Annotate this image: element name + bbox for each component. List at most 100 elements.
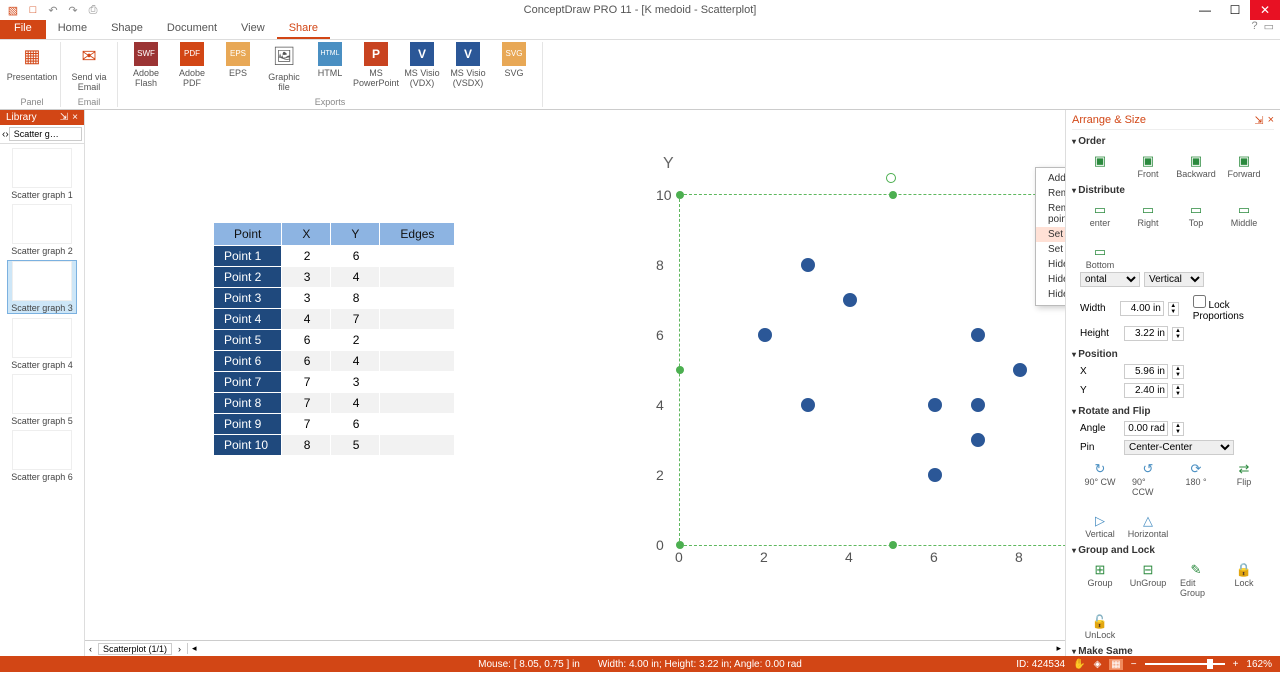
grid-icon[interactable]: ▦ (1109, 659, 1122, 670)
export-pdf-button[interactable]: PDFAdobe PDF (170, 42, 214, 92)
close-panel-icon[interactable]: × (1268, 114, 1274, 127)
library-thumb[interactable]: Scatter graph 6 (7, 430, 77, 482)
scatter-point[interactable] (843, 293, 857, 307)
table-row[interactable]: Point 562 (214, 330, 455, 351)
presentation-button[interactable]: ▦ Presentation (10, 42, 54, 82)
data-table[interactable]: PointXYEdges Point 126Point 234Point 338… (213, 222, 455, 456)
scatter-point[interactable] (971, 328, 985, 342)
library-thumb[interactable]: Scatter graph 3 (7, 260, 77, 314)
scroll-right-icon[interactable]: ▸ (1056, 643, 1061, 654)
canvas[interactable]: PointXYEdges Point 126Point 234Point 338… (85, 110, 1065, 640)
hand-tool-icon[interactable]: ✋ (1073, 659, 1085, 670)
scatter-point[interactable] (928, 398, 942, 412)
order-front2-button[interactable]: ▣Front (1132, 153, 1164, 179)
scatter-chart[interactable]: Y X 02468100246810 (575, 155, 1065, 575)
table-row[interactable]: Point 234 (214, 267, 455, 288)
dist-center-button[interactable]: ▭enter (1084, 202, 1116, 228)
dist-h-select[interactable]: ontal (1080, 272, 1140, 287)
page-prev-icon[interactable]: ‹ (89, 644, 92, 654)
section-rotate[interactable]: Rotate and Flip (1072, 404, 1274, 419)
dist-bottom-button[interactable]: ▭Bottom (1084, 244, 1116, 270)
plot-area[interactable]: 02468100246810 (680, 195, 1065, 545)
scatter-point[interactable] (971, 398, 985, 412)
flip-h-button[interactable]: △Horizontal (1132, 513, 1164, 539)
qat-print-icon[interactable]: ⎙ (86, 3, 100, 17)
export-svg-button[interactable]: SVGSVG (492, 42, 536, 92)
section-position[interactable]: Position (1072, 347, 1274, 362)
context-menu-item[interactable]: Set Max Value of the X Axis (1036, 242, 1065, 257)
tab-view[interactable]: View (229, 20, 277, 39)
export-graphic-button[interactable]: 🖼Graphic file (262, 42, 306, 92)
export-visio-vsdx-button[interactable]: VMS Visio (VSDX) (446, 42, 490, 92)
rotate-180-button[interactable]: ⟳180 ° (1180, 461, 1212, 497)
section-group[interactable]: Group and Lock (1072, 543, 1274, 558)
table-row[interactable]: Point 664 (214, 351, 455, 372)
resize-handle[interactable] (676, 366, 684, 374)
scatter-point[interactable] (801, 398, 815, 412)
ribbon-collapse-icon[interactable]: ▭ (1264, 20, 1274, 39)
x-spinner[interactable]: ▲▼ (1172, 365, 1184, 379)
export-html-button[interactable]: HTMLHTML (308, 42, 352, 92)
close-button[interactable]: ✕ (1250, 0, 1280, 20)
send-email-button[interactable]: ✉ Send via Email (67, 42, 111, 92)
minimize-button[interactable]: — (1190, 0, 1220, 20)
table-row[interactable]: Point 1085 (214, 435, 455, 456)
table-row[interactable]: Point 976 (214, 414, 455, 435)
section-distribute[interactable]: Distribute (1072, 183, 1274, 198)
section-makesame[interactable]: Make Same (1072, 644, 1274, 656)
pos-x-input[interactable] (1124, 364, 1168, 379)
library-selector[interactable]: Scatter g… (9, 127, 82, 141)
pin-icon[interactable]: ⇲ (1254, 114, 1263, 127)
pin-select[interactable]: Center-Center (1124, 440, 1234, 455)
lock-proportions-checkbox[interactable] (1193, 295, 1206, 308)
scatter-point[interactable] (758, 328, 772, 342)
scatter-point[interactable] (971, 433, 985, 447)
context-menu-item[interactable]: Remove checked rows with points (1036, 201, 1065, 227)
tab-shape[interactable]: Shape (99, 20, 155, 39)
context-menu-item[interactable]: Hide Values of Y Axis (1036, 272, 1065, 287)
pin-icon[interactable]: ⇲ (60, 112, 68, 123)
library-thumb[interactable]: Scatter graph 4 (7, 318, 77, 370)
maximize-button[interactable]: ☐ (1220, 0, 1250, 20)
ungroup-button[interactable]: ⊟UnGroup (1132, 562, 1164, 598)
table-row[interactable]: Point 338 (214, 288, 455, 309)
table-row[interactable]: Point 874 (214, 393, 455, 414)
page-next-icon[interactable]: › (178, 644, 181, 654)
dist-top-button[interactable]: ▭Top (1180, 202, 1212, 228)
tab-share[interactable]: Share (277, 20, 330, 39)
zoom-slider[interactable] (1145, 663, 1225, 665)
qat-undo-icon[interactable]: ↶ (46, 3, 60, 17)
export-flash-button[interactable]: SWFAdobe Flash (124, 42, 168, 92)
library-thumb[interactable]: Scatter graph 1 (7, 148, 77, 200)
resize-handle[interactable] (889, 191, 897, 199)
order-front-button[interactable]: ▣ (1084, 153, 1116, 179)
context-menu-item[interactable]: Hide table (1036, 257, 1065, 272)
group-button[interactable]: ⊞Group (1084, 562, 1116, 598)
y-spinner[interactable]: ▲▼ (1172, 384, 1184, 398)
angle-spinner[interactable]: ▲▼ (1172, 422, 1184, 436)
export-eps-button[interactable]: EPSEPS (216, 42, 260, 92)
width-input[interactable] (1120, 301, 1164, 316)
order-backward-button[interactable]: ▣Backward (1180, 153, 1212, 179)
qat-save-icon[interactable]: ▧ (6, 3, 20, 17)
resize-handle[interactable] (889, 541, 897, 549)
tab-document[interactable]: Document (155, 20, 229, 39)
tab-home[interactable]: Home (46, 20, 99, 39)
unlock-button[interactable]: 🔓UnLock (1084, 614, 1116, 640)
library-thumb[interactable]: Scatter graph 2 (7, 204, 77, 256)
height-spinner[interactable]: ▲▼ (1172, 327, 1184, 341)
context-menu-item[interactable]: Hide Values of X Axis (1036, 287, 1065, 302)
scatter-point[interactable] (1013, 363, 1027, 377)
page-selector[interactable]: Scatterplot (1/1) (98, 643, 172, 655)
context-menu-item[interactable]: Remove last point (1036, 186, 1065, 201)
table-row[interactable]: Point 773 (214, 372, 455, 393)
order-forward-button[interactable]: ▣Forward (1228, 153, 1260, 179)
rotate-handle-icon[interactable] (886, 173, 896, 183)
tab-file[interactable]: File (0, 20, 46, 39)
qat-redo-icon[interactable]: ↷ (66, 3, 80, 17)
zoom-plus-icon[interactable]: + (1233, 659, 1239, 670)
section-order[interactable]: Order (1072, 134, 1274, 149)
dist-right-button[interactable]: ▭Right (1132, 202, 1164, 228)
context-menu-item[interactable]: Set Max Value of the Y Axis (1036, 227, 1065, 242)
lock-button[interactable]: 🔒Lock (1228, 562, 1260, 598)
